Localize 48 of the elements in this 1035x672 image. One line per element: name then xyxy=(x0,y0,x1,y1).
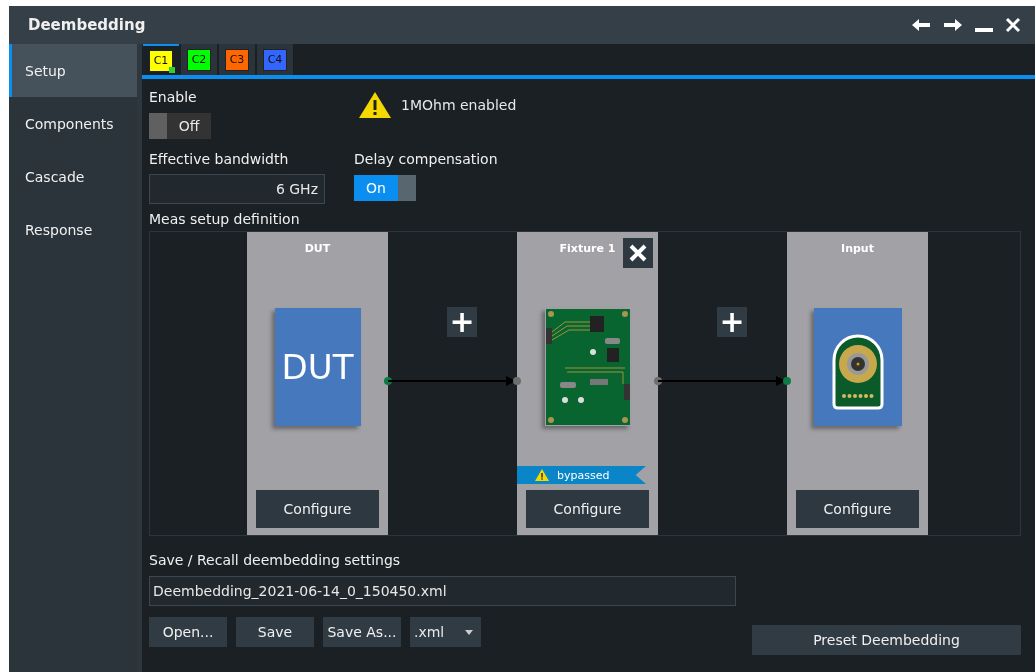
dut-image: DUT xyxy=(274,308,361,426)
section-label: Meas setup definition xyxy=(149,211,301,229)
field-label: Enable xyxy=(149,89,198,107)
format-dropdown[interactable]: .xml xyxy=(410,617,481,647)
file-button[interactable]: Save xyxy=(236,617,314,647)
warning-icon xyxy=(535,469,549,481)
section-label: Save / Recall deembedding settings xyxy=(149,552,402,570)
component-title: Fixture 1 xyxy=(559,242,616,257)
configure-button[interactable]: Configure xyxy=(796,490,919,528)
configure-button[interactable]: Configure xyxy=(526,490,649,528)
component-title: DUT xyxy=(304,242,331,257)
close-icon[interactable] xyxy=(1005,17,1021,33)
add-button[interactable]: + xyxy=(717,307,747,337)
preset-button[interactable]: Preset Deembedding xyxy=(752,625,1021,655)
field-label: Delay compensation xyxy=(354,151,498,169)
remove-button[interactable] xyxy=(623,238,653,268)
left-arrow-icon[interactable] xyxy=(911,18,931,32)
file-button[interactable]: Save As... xyxy=(323,617,401,647)
channel-tab[interactable]: C4 xyxy=(257,44,293,75)
add-button[interactable]: + xyxy=(447,307,477,337)
sidebar-item[interactable]: Cascade xyxy=(9,150,137,203)
sidebar-item[interactable]: Setup xyxy=(9,44,137,97)
channel-label: C3 xyxy=(225,48,249,71)
sidebar-item[interactable]: Components xyxy=(9,97,137,150)
filename-field[interactable]: Deembedding_2021-06-14_0_150450.xml xyxy=(149,576,736,606)
close-icon xyxy=(629,244,647,262)
window-title: Deembedding xyxy=(28,16,146,34)
channel-label: C1 xyxy=(149,49,173,72)
port-dot xyxy=(654,377,662,385)
badge-text: bypassed xyxy=(557,468,610,482)
port-dot xyxy=(384,377,392,385)
channel-tab[interactable]: C1 xyxy=(143,44,179,75)
channel-label: C4 xyxy=(263,48,287,71)
file-button[interactable]: Open... xyxy=(149,617,227,647)
warning-icon xyxy=(358,91,392,119)
channel-label: C2 xyxy=(187,48,211,71)
field-label: Effective bandwidth xyxy=(149,151,290,169)
port-dot xyxy=(513,377,521,385)
sidebar-item[interactable]: Response xyxy=(9,203,137,256)
configure-button[interactable]: Configure xyxy=(256,490,379,528)
channel-tab[interactable]: C2 xyxy=(181,44,217,75)
warning-text: 1MOhm enabled xyxy=(401,97,517,113)
right-arrow-icon[interactable] xyxy=(943,18,963,32)
channel-tab[interactable]: C3 xyxy=(219,44,255,75)
caret-icon xyxy=(465,629,473,635)
port-dot xyxy=(783,377,791,385)
bandwidth-field[interactable]: 6 GHz xyxy=(149,174,325,204)
component-title: Input xyxy=(841,242,874,257)
